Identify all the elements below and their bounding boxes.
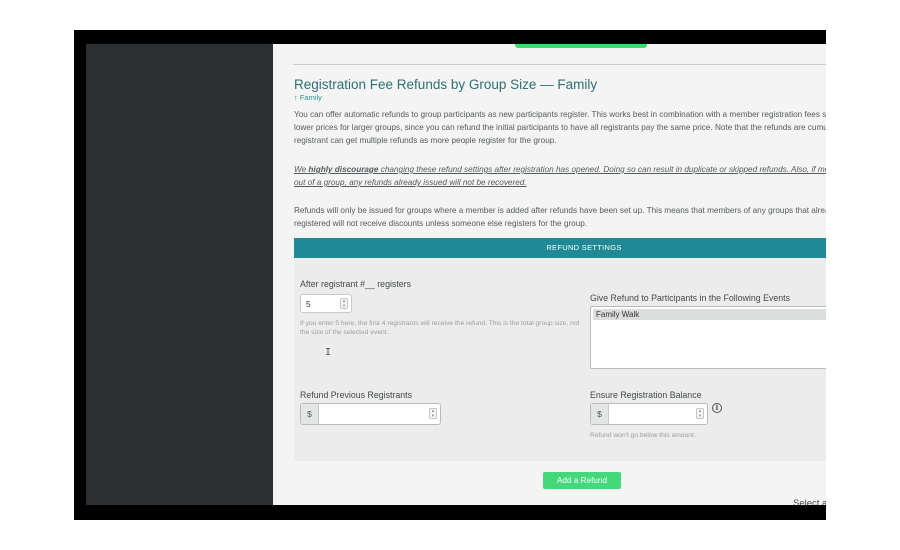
events-label: Give Refund to Participants in the Follo… xyxy=(590,293,790,303)
warning-prefix: We xyxy=(294,165,309,174)
after-registrant-label: After registrant #__ registers xyxy=(300,279,411,289)
main-content: Registration Fee Refunds by Group Size —… xyxy=(273,44,826,505)
intro-paragraph: You can offer automatic refunds to group… xyxy=(294,110,826,145)
dollar-prefix: $ xyxy=(591,404,609,424)
warning-paragraph: We highly discourage changing these refu… xyxy=(294,163,826,189)
text-cursor-icon: I xyxy=(325,347,332,358)
refund-settings-header: REFUND SETTINGS xyxy=(294,238,826,258)
warning-bold: highly discourage xyxy=(308,165,379,174)
after-registrant-value: 5 xyxy=(306,299,311,309)
refund-previous-input[interactable]: $ ▲ ▼ xyxy=(300,403,441,425)
select-group-type-label[interactable]: Select a Group Type xyxy=(793,498,826,505)
events-listbox[interactable]: Family Walk xyxy=(590,306,826,369)
ensure-balance-label: Ensure Registration Balance xyxy=(590,390,702,400)
info-icon[interactable]: i xyxy=(712,403,722,413)
after-registrant-hint: If you enter 5 here, the first 4 registr… xyxy=(300,320,580,336)
ensure-balance-input[interactable]: $ ▲ ▼ xyxy=(590,403,708,425)
refund-eligibility-paragraph: Refunds will only be issued for groups w… xyxy=(294,206,826,228)
spinner-arrows-icon[interactable]: ▲ ▼ xyxy=(429,408,437,419)
spinner-arrows-icon[interactable]: ▲ ▼ xyxy=(340,298,348,309)
divider xyxy=(293,64,826,65)
screen-frame: Registration Fee Refunds by Group Size —… xyxy=(74,30,826,520)
after-registrant-input[interactable]: 5 ▲ ▼ xyxy=(300,294,352,313)
breadcrumb-family[interactable]: ↑ Family xyxy=(294,93,322,102)
top-green-bar xyxy=(515,44,647,48)
dollar-prefix: $ xyxy=(301,404,319,424)
ensure-balance-hint: Refund won't go below this amount. xyxy=(590,432,696,439)
refund-settings-panel: × After registrant #__ registers 5 ▲▼ If… xyxy=(294,258,826,461)
spinner-arrows-icon[interactable]: ▲ ▼ xyxy=(696,408,704,419)
add-refund-button[interactable]: Add a Refund xyxy=(543,472,621,489)
refund-previous-label: Refund Previous Registrants xyxy=(300,390,412,400)
sidebar xyxy=(86,44,273,505)
page-title: Registration Fee Refunds by Group Size —… xyxy=(294,77,598,92)
event-option-family-walk[interactable]: Family Walk xyxy=(593,309,826,320)
